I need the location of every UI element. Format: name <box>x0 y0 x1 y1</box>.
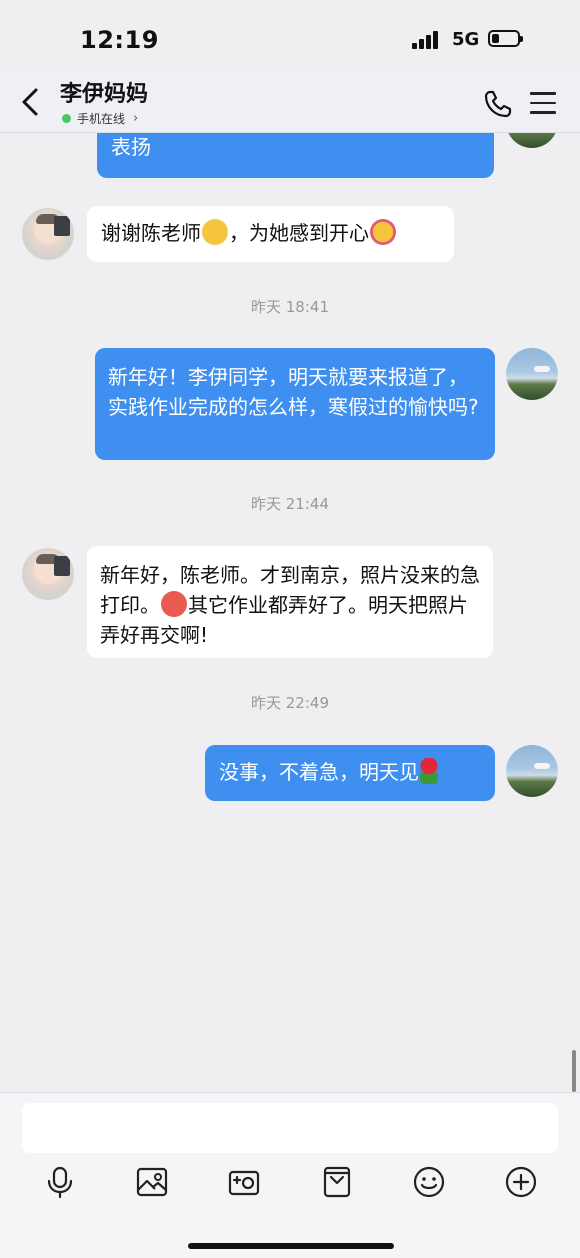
input-bar <box>0 1092 580 1258</box>
emoji-icon[interactable] <box>412 1165 446 1199</box>
back-arrow-icon[interactable] <box>16 84 46 120</box>
message-input[interactable] <box>22 1103 558 1153</box>
message-text: 新年好！李伊同学，明天就要来报道了，实践作业完成的怎么样，寒假过的愉快吗? <box>108 365 479 419</box>
home-indicator[interactable] <box>188 1243 394 1249</box>
camera-icon[interactable] <box>227 1165 261 1199</box>
message-bubble[interactable]: 新年好，陈老师。才到南京，照片没来的急打印。 其它作业都弄好了。明天把照片弄好再交… <box>87 546 493 658</box>
battery-icon <box>488 30 523 47</box>
clock: 12:19 <box>80 26 159 54</box>
message-text-cont: ，为她感到开心 <box>229 221 369 245</box>
contact-avatar[interactable] <box>22 208 74 260</box>
blush-emoji-icon <box>161 591 187 617</box>
my-avatar[interactable] <box>506 348 558 400</box>
smirk-emoji-icon <box>202 219 228 245</box>
scrollbar[interactable] <box>572 1050 576 1092</box>
my-avatar[interactable] <box>506 745 558 797</box>
menu-icon[interactable] <box>530 92 556 114</box>
message-bubble[interactable]: 表扬 <box>97 132 494 178</box>
party-emoji-icon <box>370 219 396 245</box>
online-dot-icon <box>62 114 71 123</box>
microphone-icon[interactable] <box>43 1165 77 1199</box>
message-list[interactable]: 表扬 谢谢陈老师 ，为她感到开心 昨天 18:41 新年好！李伊同学，明天就要来报… <box>0 132 580 1092</box>
contact-avatar[interactable] <box>22 548 74 600</box>
message-text: 没事，不着急，明天见 <box>219 760 419 784</box>
message-bubble[interactable]: 没事，不着急，明天见 <box>205 745 495 801</box>
presence-label: 手机在线 <box>77 112 126 126</box>
file-icon[interactable] <box>320 1165 354 1199</box>
phone-icon[interactable] <box>483 89 513 119</box>
rose-emoji-icon <box>420 758 438 784</box>
status-bar: 12:19 5G <box>0 0 580 80</box>
signal-icon <box>412 29 444 49</box>
chat-header: 李伊妈妈 手机在线 › <box>0 72 580 133</box>
chevron-right-icon: › <box>133 111 139 126</box>
contact-name[interactable]: 李伊妈妈 <box>60 76 148 108</box>
timestamp: 昨天 22:49 <box>251 694 329 712</box>
my-avatar[interactable] <box>506 132 558 148</box>
message-text: 表扬 <box>111 135 151 159</box>
timestamp: 昨天 18:41 <box>251 298 329 316</box>
image-icon[interactable] <box>135 1165 169 1199</box>
message-bubble[interactable]: 谢谢陈老师 ，为她感到开心 <box>87 206 454 262</box>
message-bubble[interactable]: 新年好！李伊同学，明天就要来报道了，实践作业完成的怎么样，寒假过的愉快吗? <box>95 348 495 460</box>
network-type: 5G <box>452 29 480 50</box>
plus-icon[interactable] <box>504 1165 538 1199</box>
presence-status[interactable]: 手机在线 › <box>62 110 138 127</box>
timestamp: 昨天 21:44 <box>251 495 329 513</box>
message-text: 谢谢陈老师 <box>101 221 201 245</box>
